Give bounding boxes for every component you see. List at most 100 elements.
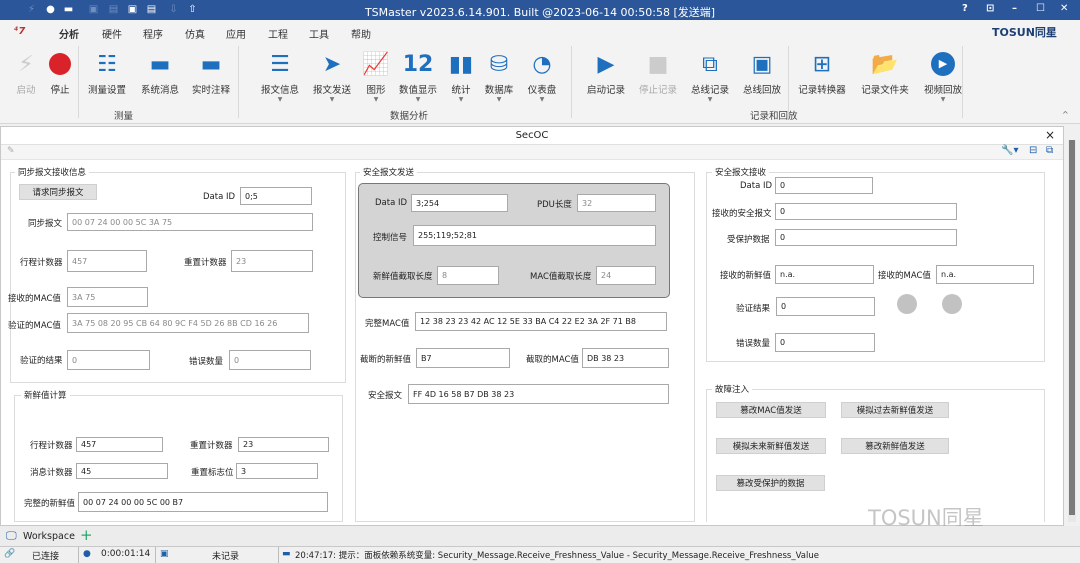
label: 行程计数器: [30, 439, 73, 451]
label: 完整MAC值: [365, 317, 409, 329]
bus-replay-button[interactable]: ▣总线回放: [737, 50, 787, 96]
send-mac-length-input[interactable]: 24: [596, 266, 656, 285]
freshness-status-led: [897, 294, 917, 314]
label: 错误数量: [736, 337, 770, 349]
system-message-button[interactable]: ▬系统消息: [135, 50, 185, 96]
restore-ribbon-button[interactable]: ⊡: [986, 3, 994, 14]
stop-recording-button[interactable]: ■停止记录: [633, 50, 683, 96]
maximize-button[interactable]: ☐: [1036, 3, 1045, 14]
label: 验证的MAC值: [8, 319, 61, 331]
tab-project[interactable]: 工程: [268, 26, 288, 41]
fresh-reset-flag-input[interactable]: 3: [236, 463, 318, 479]
label: 截取的MAC值: [526, 353, 579, 365]
minimize-button[interactable]: –: [1012, 3, 1017, 14]
folder-icon: 📂: [860, 50, 910, 78]
fresh-reset-counter-input[interactable]: 23: [238, 437, 329, 452]
simulate-future-fv-button[interactable]: 模拟未来新鲜值发送: [716, 438, 826, 454]
close-button[interactable]: ✕: [1060, 3, 1068, 14]
send-full-mac-input[interactable]: 12 38 23 23 42 AC 12 5E 33 BA C4 22 E2 3…: [415, 312, 667, 331]
simulate-past-fv-button[interactable]: 模拟过去新鲜值发送: [841, 402, 949, 418]
separator: [238, 46, 239, 118]
label: 同步报文: [28, 217, 62, 229]
recv-verify-result-input[interactable]: 0: [776, 297, 875, 316]
sync-verified-mac-input[interactable]: 3A 75 08 20 95 CB 64 80 9C F4 5D 26 8B C…: [67, 313, 309, 333]
record-folder-button[interactable]: 📂记录文件夹: [860, 50, 910, 96]
sync-message-input[interactable]: 00 07 24 00 00 5C 3A 75: [67, 213, 313, 231]
send-pdu-length-input[interactable]: 32: [577, 194, 656, 212]
fresh-message-counter-input[interactable]: 45: [76, 463, 168, 479]
tab-hardware[interactable]: 硬件: [102, 26, 122, 41]
gauge-icon: ◔: [517, 50, 567, 78]
label: 验证的结果: [20, 354, 63, 366]
send-fv-length-input[interactable]: 8: [437, 266, 499, 285]
group-title: 新鲜值计算: [21, 389, 70, 401]
label: 控制信号: [373, 231, 407, 243]
fresh-full-value-input[interactable]: 00 07 24 00 00 5C 00 B7: [78, 492, 328, 512]
label: 接收的安全报文: [712, 207, 772, 219]
vertical-scrollbar[interactable]: [1068, 140, 1076, 522]
sync-error-count-input[interactable]: 0: [229, 350, 311, 370]
tamper-protected-data-button[interactable]: 篡改受保护的数据: [716, 475, 825, 491]
sync-received-mac-input[interactable]: 3A 75: [67, 287, 148, 307]
sync-trip-counter-input[interactable]: 457: [67, 250, 147, 272]
bus-record-icon: ⧉: [685, 50, 735, 78]
sync-data-id-input[interactable]: 0;5: [240, 187, 312, 205]
label: Data ID: [740, 181, 772, 191]
recv-error-count-input[interactable]: 0: [775, 333, 875, 352]
help-button[interactable]: ?: [962, 3, 968, 14]
window-icon[interactable]: ⊟: [1029, 145, 1037, 156]
label: 行程计数器: [20, 256, 63, 268]
recv-protected-data-input[interactable]: 0: [775, 229, 957, 246]
group-title: 安全报文发送: [360, 166, 417, 178]
stop-icon: ■: [633, 50, 683, 78]
fresh-trip-counter-input[interactable]: 457: [76, 437, 163, 452]
recv-data-id-input[interactable]: 0: [775, 177, 873, 194]
sync-reset-counter-input[interactable]: 23: [231, 250, 313, 272]
wrench-icon[interactable]: 🔧▾: [1001, 145, 1018, 156]
play-icon: ▶: [581, 50, 631, 78]
tamper-fv-button[interactable]: 篡改新鲜值发送: [841, 438, 949, 454]
record-converter-button[interactable]: ⊞记录转换器: [797, 50, 847, 96]
workspace-tab[interactable]: Workspace: [23, 531, 75, 542]
recv-secure-message-input[interactable]: 0: [775, 203, 957, 220]
workspace-bar: 🖵 Workspace +: [0, 526, 1080, 546]
dashboard-button[interactable]: ◔仪表盘▼: [517, 50, 567, 103]
request-sync-button[interactable]: 请求同步报文: [19, 184, 97, 200]
popout-icon[interactable]: ⧉: [1046, 145, 1053, 156]
tamper-mac-button[interactable]: 篡改MAC值发送: [716, 402, 826, 418]
send-secure-message-input[interactable]: FF 4D 16 58 B7 DB 38 23: [408, 384, 669, 404]
collapse-ribbon-icon[interactable]: ^: [1062, 110, 1069, 119]
realtime-comment-button[interactable]: ▬实时注释: [186, 50, 236, 96]
panel-close-button[interactable]: ×: [1045, 128, 1055, 142]
record-status-icon: ▣: [160, 549, 169, 559]
tab-tools[interactable]: 工具: [309, 26, 329, 41]
separator: [788, 46, 789, 118]
send-truncated-mac-input[interactable]: DB 38 23: [582, 348, 669, 368]
recv-mac-input[interactable]: n.a.: [936, 265, 1034, 284]
recv-freshness-input[interactable]: n.a.: [775, 265, 874, 284]
app-logo-icon[interactable]: ⁴7: [14, 26, 25, 37]
tab-program[interactable]: 程序: [143, 26, 163, 41]
message-info-button[interactable]: ☰报文信息▼: [255, 50, 305, 103]
sync-verify-result-input[interactable]: 0: [67, 350, 150, 370]
label: Data ID: [203, 192, 235, 202]
tab-help[interactable]: 帮助: [351, 26, 371, 41]
start-recording-button[interactable]: ▶启动记录: [581, 50, 631, 96]
video-replay-button[interactable]: ▶视频回放▼: [918, 50, 968, 103]
scrollbar-thumb[interactable]: [1069, 140, 1075, 515]
tab-application[interactable]: 应用: [226, 26, 246, 41]
message-send-button[interactable]: ➤报文发送▼: [307, 50, 357, 103]
send-truncated-fv-input[interactable]: B7: [416, 348, 510, 368]
converter-icon: ⊞: [797, 50, 847, 78]
bus-record-button[interactable]: ⧉总线记录▼: [685, 50, 735, 103]
send-control-signal-input[interactable]: 255;119;52;81: [413, 225, 656, 246]
label: 错误数量: [189, 355, 223, 367]
measure-setup-button[interactable]: ☷测量设置: [82, 50, 132, 96]
send-data-id-input[interactable]: 3;254: [411, 194, 508, 212]
tab-simulation[interactable]: 仿真: [185, 26, 205, 41]
label: 接收的新鲜值: [720, 269, 771, 281]
status-message: 20:47:17: 提示：面板依赖系统变量: Security_Message.…: [295, 549, 819, 561]
label: 验证结果: [736, 302, 770, 314]
edit-pencil-icon[interactable]: ✎: [7, 146, 15, 156]
add-workspace-button[interactable]: +: [80, 526, 93, 544]
